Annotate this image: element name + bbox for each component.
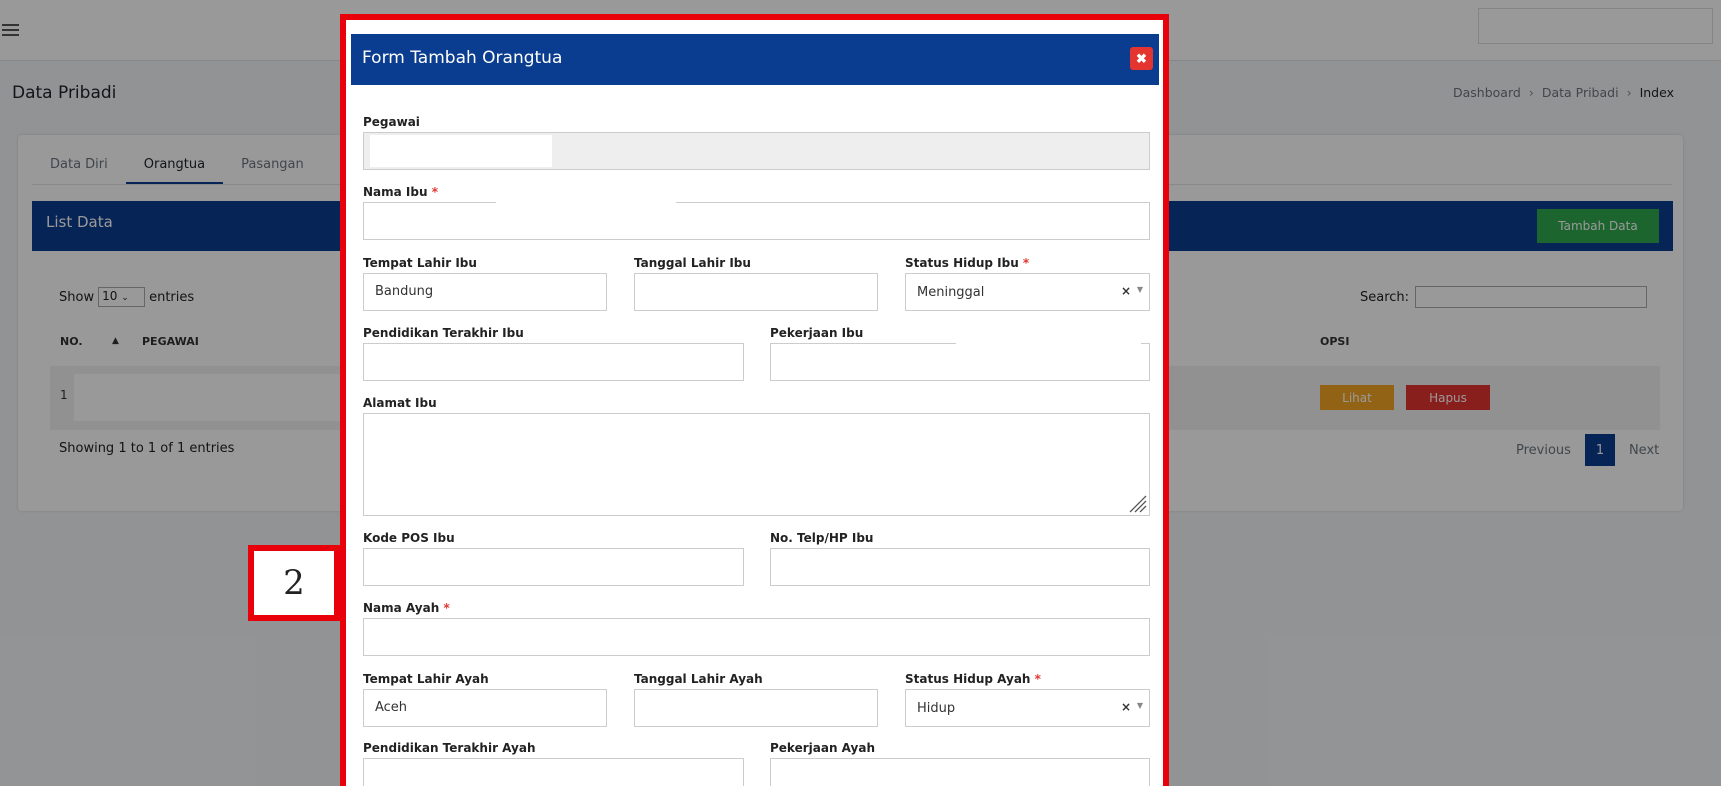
label-tanggal-lahir-ayah: Tanggal Lahir Ayah bbox=[634, 672, 763, 686]
tempat-lahir-ayah-input[interactable]: Aceh bbox=[363, 689, 607, 727]
label-status-hidup-ayah-text: Status Hidup Ayah bbox=[905, 672, 1031, 686]
chevron-down-icon: ▼ bbox=[1136, 701, 1143, 710]
redacted-strip bbox=[956, 341, 1141, 345]
label-tanggal-lahir-ibu: Tanggal Lahir Ibu bbox=[634, 256, 751, 270]
label-pekerjaan-ibu: Pekerjaan Ibu bbox=[770, 326, 864, 340]
pekerjaan-ibu-input[interactable] bbox=[770, 343, 1150, 381]
resize-handle-icon[interactable] bbox=[1127, 493, 1147, 513]
status-hidup-ibu-value: Meninggal bbox=[917, 285, 985, 300]
label-kode-pos-ibu: Kode POS Ibu bbox=[363, 531, 455, 545]
pekerjaan-ayah-input[interactable] bbox=[770, 758, 1150, 786]
annotation-number: 2 bbox=[283, 563, 305, 603]
nama-ibu-input[interactable] bbox=[363, 202, 1150, 240]
label-pendidikan-ibu: Pendidikan Terakhir Ibu bbox=[363, 326, 524, 340]
annotation-marker: 2 bbox=[248, 545, 340, 621]
alamat-ibu-textarea[interactable] bbox=[363, 413, 1150, 516]
label-pegawai-text: Pegawai bbox=[363, 115, 420, 129]
tanggal-lahir-ibu-input[interactable] bbox=[634, 273, 878, 311]
label-status-hidup-ibu: Status Hidup Ibu * bbox=[905, 256, 1029, 270]
required-mark: * bbox=[443, 601, 450, 615]
close-icon[interactable]: ✖ bbox=[1130, 47, 1153, 70]
label-nama-ayah-text: Nama Ayah bbox=[363, 601, 440, 615]
label-tempat-lahir-ibu: Tempat Lahir Ibu bbox=[363, 256, 477, 270]
modal-title: Form Tambah Orangtua bbox=[362, 48, 563, 68]
label-pendidikan-ayah: Pendidikan Terakhir Ayah bbox=[363, 741, 536, 755]
status-hidup-ayah-value: Hidup bbox=[917, 701, 956, 716]
pendidikan-ayah-input[interactable] bbox=[363, 758, 744, 786]
clear-icon[interactable]: × bbox=[1121, 284, 1131, 298]
modal-body: Pegawai Nama Ibu * Tempat Lahir Ibu Band… bbox=[346, 85, 1163, 786]
label-status-hidup-ayah: Status Hidup Ayah * bbox=[905, 672, 1041, 686]
pendidikan-ibu-input[interactable] bbox=[363, 343, 744, 381]
redacted-strip bbox=[496, 200, 676, 204]
label-status-hidup-ibu-text: Status Hidup Ibu bbox=[905, 256, 1019, 270]
label-alamat-ibu: Alamat Ibu bbox=[363, 396, 437, 410]
telp-ibu-input[interactable] bbox=[770, 548, 1150, 586]
required-mark: * bbox=[431, 185, 438, 199]
label-nama-ayah: Nama Ayah * bbox=[363, 601, 450, 615]
label-nama-ibu: Nama Ibu * bbox=[363, 185, 438, 199]
pegawai-field bbox=[363, 132, 1150, 170]
modal-header: Form Tambah Orangtua ✖ bbox=[351, 34, 1159, 85]
status-hidup-ayah-select[interactable]: Hidup × ▼ bbox=[905, 689, 1150, 727]
tempat-lahir-ibu-input[interactable]: Bandung bbox=[363, 273, 607, 311]
tanggal-lahir-ayah-input[interactable] bbox=[634, 689, 878, 727]
nama-ayah-input[interactable] bbox=[363, 618, 1150, 656]
label-nama-ibu-text: Nama Ibu bbox=[363, 185, 428, 199]
label-telp-ibu: No. Telp/HP Ibu bbox=[770, 531, 874, 545]
redacted-pegawai-value bbox=[370, 135, 552, 167]
status-hidup-ibu-select[interactable]: Meninggal × ▼ bbox=[905, 273, 1150, 311]
label-pekerjaan-ayah: Pekerjaan Ayah bbox=[770, 741, 875, 755]
kode-pos-ibu-input[interactable] bbox=[363, 548, 744, 586]
label-pegawai: Pegawai bbox=[363, 115, 420, 129]
required-mark: * bbox=[1034, 672, 1041, 686]
chevron-down-icon: ▼ bbox=[1136, 285, 1143, 294]
label-tempat-lahir-ayah: Tempat Lahir Ayah bbox=[363, 672, 489, 686]
required-mark: * bbox=[1022, 256, 1030, 270]
modal-dialog: Form Tambah Orangtua ✖ Pegawai Nama Ibu … bbox=[340, 14, 1169, 786]
clear-icon[interactable]: × bbox=[1121, 700, 1131, 714]
